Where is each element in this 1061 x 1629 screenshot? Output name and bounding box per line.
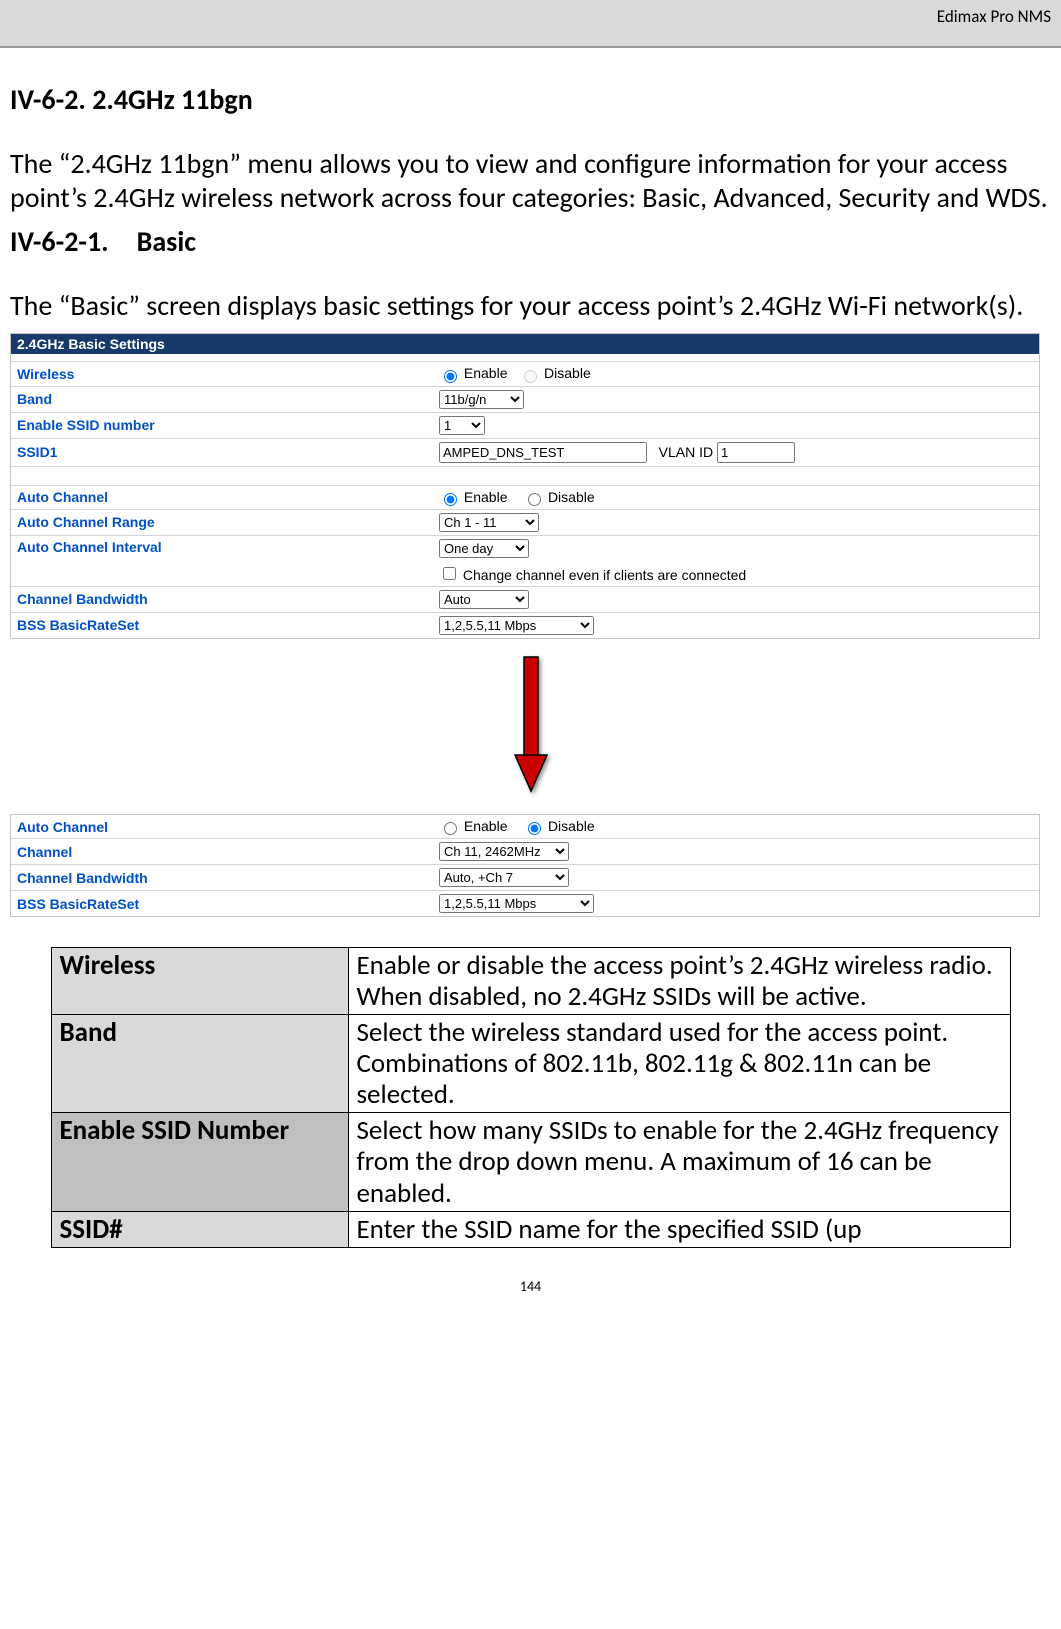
ssid1-label: SSID1 [11,438,433,466]
band-select[interactable]: 11b/g/n [439,390,524,409]
desc-wireless-label: Wireless [51,948,348,1015]
wireless-label: Wireless [11,362,433,386]
bss-basic-rate-set2-select[interactable]: 1,2,5.5,11 Mbps [439,894,594,913]
enable-ssid-number-select[interactable]: 1 [439,416,485,435]
auto-channel2-disable-radio[interactable] [528,822,541,835]
page-number: 144 [10,1278,1051,1305]
auto-channel-interval-select[interactable]: One day [439,539,529,558]
subsection-title: IV-6-2-1. Basic [10,224,1051,259]
change-channel-label: Change channel even if clients are conne… [463,567,746,583]
section-intro: The “2.4GHz 11bgn” menu allows you to vi… [10,147,1051,214]
desc-ssid-num-label: SSID# [51,1211,348,1247]
auto-channel-interval-label: Auto Channel Interval [11,535,433,586]
auto-channel2-disable-label: Disable [548,818,595,834]
settings-table-1: Wireless Enable Disable Band 11b/g/n Ena… [11,354,1039,638]
auto-channel-label: Auto Channel [11,485,433,509]
bss-basic-rate-set-select[interactable]: 1,2,5.5,11 Mbps [439,616,594,635]
auto-channel-disable-radio[interactable] [528,493,541,506]
band-label: Band [11,386,433,412]
ssid1-input[interactable] [439,442,647,463]
panel-header: 2.4GHz Basic Settings [11,334,1039,354]
bss-basic-rate-set2-label: BSS BasicRateSet [11,891,433,917]
desc-band-text: Select the wireless standard used for th… [348,1015,1010,1113]
auto-channel-enable-radio[interactable] [444,493,457,506]
settings-table-2: Auto Channel Enable Disable Channel Ch 1… [11,815,1039,916]
channel2-label: Channel [11,839,433,865]
panel-auto-channel-disabled: Auto Channel Enable Disable Channel Ch 1… [10,814,1040,917]
auto-channel-range-select[interactable]: Ch 1 - 11 [439,513,539,532]
vlan-id-label: VLAN ID [659,444,713,460]
change-channel-checkbox[interactable] [443,567,456,580]
channel2-select[interactable]: Ch 11, 2462MHz [439,842,569,861]
wireless-disable-label: Disable [544,365,591,381]
wireless-disable-radio[interactable] [524,370,537,383]
auto-channel-enable-label: Enable [464,489,508,505]
auto-channel-disable-label: Disable [548,489,595,505]
desc-enable-ssid-number-text: Select how many SSIDs to enable for the … [348,1113,1010,1211]
arrow-down-icon [10,655,1051,800]
desc-band-label: Band [51,1015,348,1113]
enable-ssid-number-label: Enable SSID number [11,412,433,438]
bss-basic-rate-set-label: BSS BasicRateSet [11,612,433,638]
auto-channel-range-label: Auto Channel Range [11,509,433,535]
vlan-id-input[interactable] [717,442,795,463]
product-header: Edimax Pro NMS [937,6,1051,27]
desc-wireless-text: Enable or disable the access point’s 2.4… [348,948,1010,1015]
channel-bandwidth2-select[interactable]: Auto, +Ch 7 [439,868,569,887]
section-title: IV-6-2. 2.4GHz 11bgn [10,82,1051,117]
wireless-enable-label: Enable [464,365,508,381]
auto-channel2-label: Auto Channel [11,815,433,839]
channel-bandwidth2-label: Channel Bandwidth [11,865,433,891]
wireless-enable-radio[interactable] [444,370,457,383]
channel-bandwidth-label: Channel Bandwidth [11,586,433,612]
desc-ssid-num-text: Enter the SSID name for the specified SS… [348,1211,1010,1247]
panel-basic-settings: 2.4GHz Basic Settings Wireless Enable Di… [10,333,1040,639]
desc-enable-ssid-number-label: Enable SSID Number [51,1113,348,1211]
auto-channel2-enable-radio[interactable] [444,822,457,835]
channel-bandwidth-select[interactable]: Auto [439,590,529,609]
page-top-bar: Edimax Pro NMS [0,0,1061,48]
auto-channel2-enable-label: Enable [464,818,508,834]
subsection-intro: The “Basic” screen displays basic settin… [10,289,1051,323]
description-table: Wireless Enable or disable the access po… [51,947,1011,1247]
